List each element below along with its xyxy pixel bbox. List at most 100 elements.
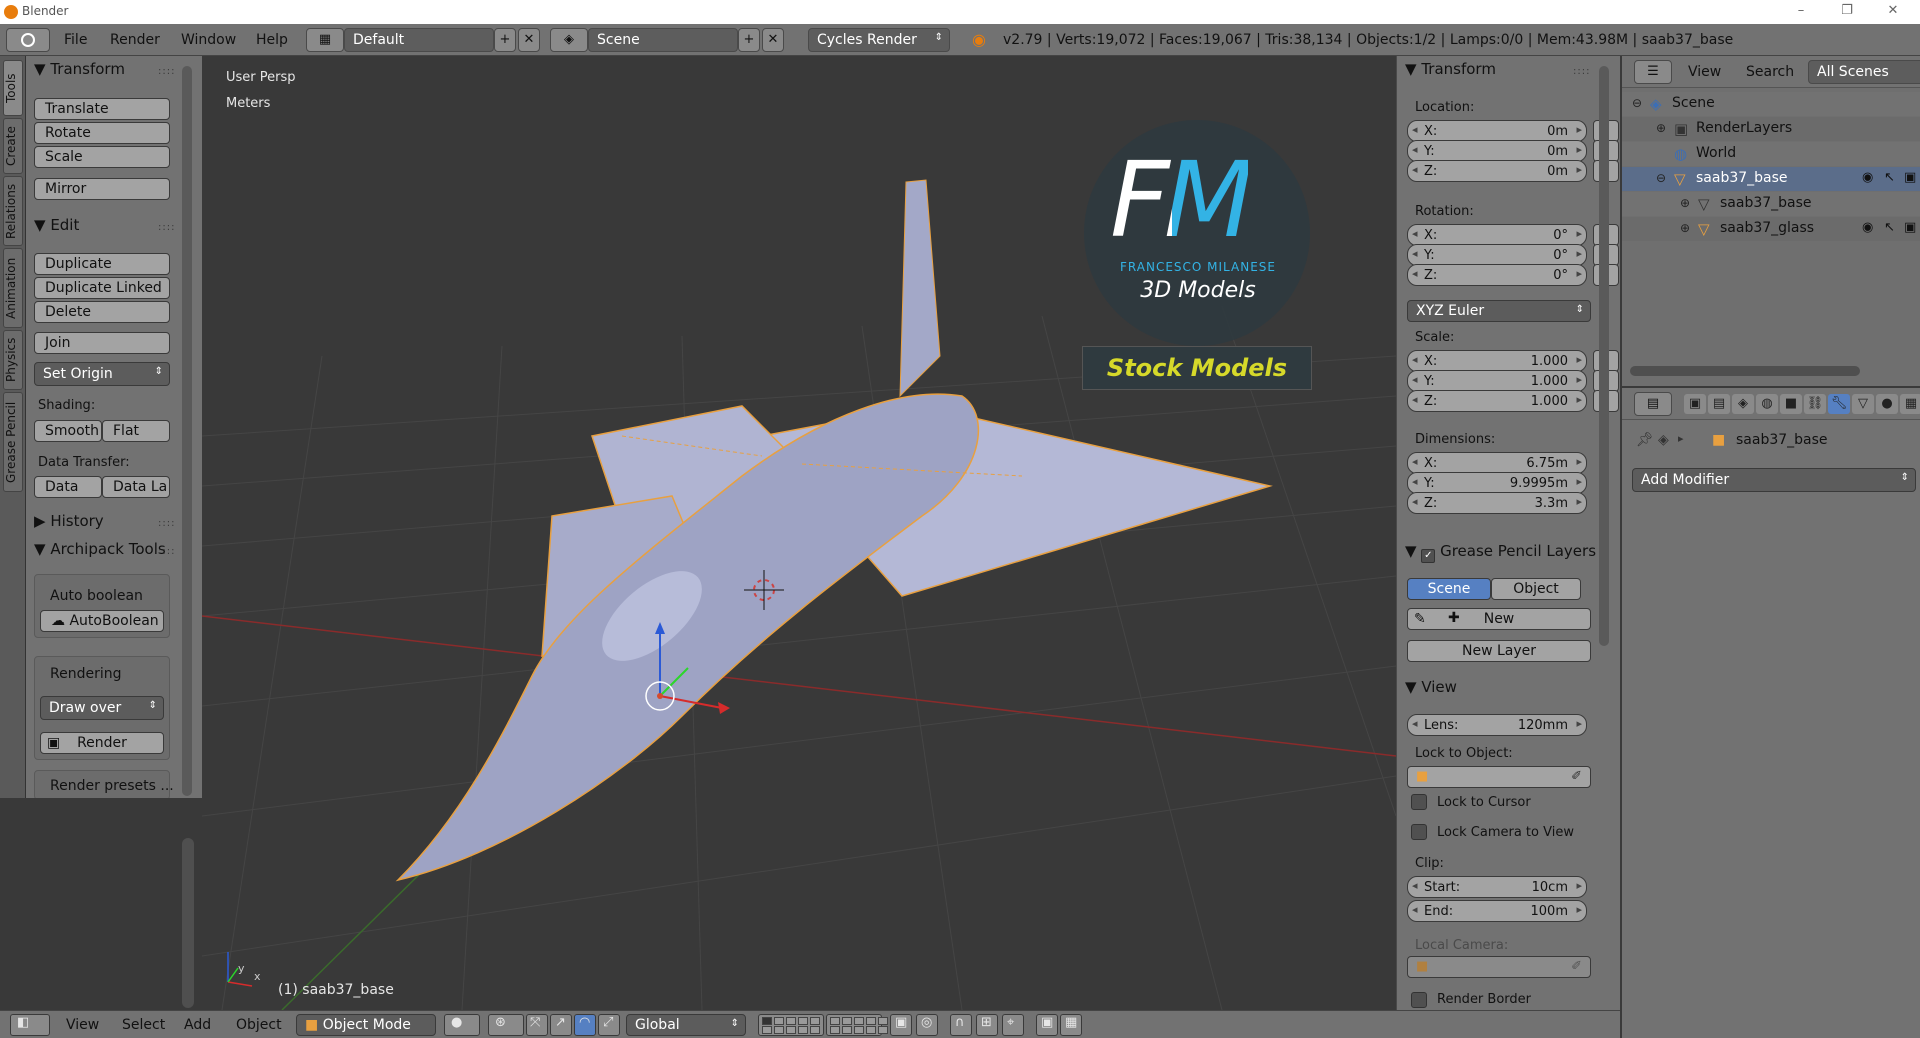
lock-object-field[interactable]: ■ ✐ [1407,766,1591,788]
scale-button[interactable]: Scale [34,146,170,168]
opengl-animation-button[interactable]: ▦ [1060,1014,1082,1036]
right-arrow-icon[interactable]: ▸ [1576,143,1582,156]
left-arrow-icon[interactable]: ◂ [1412,717,1418,730]
rotate-button[interactable]: Rotate [34,122,170,144]
view-panel-header[interactable]: ▼ View [1405,678,1457,696]
scene-selector-button[interactable]: ◈ [550,28,588,52]
editor-type-3dview-button[interactable]: ◧ [10,1014,50,1036]
grease-pencil-panel-header[interactable]: ▼ ✓ Grease Pencil Layers [1405,542,1605,563]
snap-element-button[interactable]: ⊞ [976,1014,998,1036]
render-border-checkbox[interactable] [1411,992,1427,1008]
menu-file[interactable]: File [64,32,87,48]
visibility-eye-icon[interactable]: ◉ [1862,220,1873,235]
tab-physics[interactable]: Physics [3,330,23,390]
right-arrow-icon[interactable]: ▸ [1576,267,1582,280]
layer-toggle[interactable] [854,1026,864,1034]
transform-panel-header[interactable]: ▼ Transform [34,60,125,78]
layer-toggle[interactable] [810,1017,820,1025]
set-origin-dropdown[interactable]: Set Origin ⇕ [34,362,170,386]
lens-field[interactable]: ◂ Lens: 120mm ▸ [1407,714,1587,736]
renderability-camera-icon[interactable]: ▣ [1904,170,1916,185]
left-arrow-icon[interactable]: ◂ [1412,267,1418,280]
scale-x-field[interactable]: ◂ X: 1.000 ▸ [1407,350,1587,372]
transform-orientation-select[interactable]: Global ⇕ [626,1014,746,1036]
selectability-arrow-icon[interactable]: ↖ [1884,170,1895,185]
drag-grip-icon[interactable]: :::: [158,222,175,233]
viewport-shading-button[interactable]: ● [444,1014,480,1036]
remove-layout-button[interactable]: ✕ [518,28,540,52]
left-arrow-icon[interactable]: ◂ [1412,247,1418,260]
rotation-mode-select[interactable]: XYZ Euler ⇕ [1407,300,1591,322]
outliner-world-row[interactable]: ◍ World [1622,142,1920,166]
shade-flat-button[interactable]: Flat [102,420,170,442]
duplicate-linked-button[interactable]: Duplicate Linked [34,277,170,299]
opengl-render-button[interactable]: ▣ [1036,1014,1058,1036]
clip-start-field[interactable]: ◂ Start: 10cm ▸ [1407,876,1587,898]
add-layout-button[interactable]: + [494,28,516,52]
visibility-eye-icon[interactable]: ◉ [1862,170,1873,185]
right-arrow-icon[interactable]: ▸ [1576,247,1582,260]
layer-toggle[interactable] [762,1026,772,1034]
rotation-x-field[interactable]: ◂ X: 0° ▸ [1407,224,1587,246]
outliner-scene-row[interactable]: ⊖ ◈ Scene [1622,92,1920,116]
right-arrow-icon[interactable]: ▸ [1576,163,1582,176]
left-arrow-icon[interactable]: ◂ [1412,455,1418,468]
scale-y-field[interactable]: ◂ Y: 1.000 ▸ [1407,370,1587,392]
pin-icon[interactable]: 📌︎ [1636,432,1654,448]
render-button[interactable]: ▣ Render [40,732,164,754]
left-arrow-icon[interactable]: ◂ [1412,393,1418,406]
tab-create[interactable]: Create [3,118,23,174]
right-arrow-icon[interactable]: ▸ [1576,879,1582,892]
translate-button[interactable]: Translate [34,98,170,120]
autoboolean-button[interactable]: ☁ AutoBoolean [40,610,164,632]
n-transform-header[interactable]: ▼ Transform [1405,60,1496,78]
expand-toggle-icon[interactable]: ⊖ [1656,171,1666,185]
left-arrow-icon[interactable]: ◂ [1412,373,1418,386]
drag-grip-icon[interactable]: :::: [158,518,175,529]
close-window-button[interactable]: ✕ [1870,0,1916,24]
snap-target-button[interactable]: ⌖ [1002,1014,1024,1036]
join-button[interactable]: Join [34,332,170,354]
layer-toggle[interactable] [774,1026,784,1034]
layer-toggle[interactable] [842,1017,852,1025]
new-layer-button[interactable]: New Layer [1407,640,1591,662]
snap-toggle-button[interactable]: ∩ [950,1014,972,1036]
layer-toggle[interactable] [762,1017,772,1025]
outliner-menu-search[interactable]: Search [1746,64,1794,80]
left-arrow-icon[interactable]: ◂ [1412,353,1418,366]
local-camera-field[interactable]: ■ ✐ [1407,956,1591,978]
mirror-button[interactable]: Mirror [34,178,170,200]
expand-toggle-icon[interactable]: ⊕ [1656,121,1666,135]
archipack-panel-header[interactable]: ▼ Archipack Tools [34,540,174,558]
right-arrow-icon[interactable]: ▸ [1576,123,1582,136]
layer-toggle[interactable] [866,1026,876,1034]
render-tab-icon[interactable]: ▣ [1684,394,1706,414]
left-arrow-icon[interactable]: ◂ [1412,163,1418,176]
drag-grip-icon[interactable]: :::: [158,546,175,557]
expand-toggle-icon[interactable]: ⊖ [1632,96,1642,110]
right-arrow-icon[interactable]: ▸ [1576,717,1582,730]
layers-grid-1[interactable] [758,1014,824,1036]
eyedropper-icon[interactable]: ✐ [1571,959,1582,974]
tab-relations[interactable]: Relations [3,176,23,246]
left-arrow-icon[interactable]: ◂ [1412,143,1418,156]
right-arrow-icon[interactable]: ▸ [1576,495,1582,508]
viewport-scrollbar[interactable] [182,838,194,1008]
outliner-display-mode-select[interactable]: All Scenes [1808,60,1920,84]
clip-end-field[interactable]: ◂ End: 100m ▸ [1407,900,1587,922]
material-tab-icon[interactable]: ● [1876,394,1898,414]
add-scene-button[interactable]: + [738,28,760,52]
menu-help[interactable]: Help [256,32,288,48]
layer-toggle[interactable] [830,1017,840,1025]
render-engine-select[interactable]: Cycles Render ⇕ [808,28,950,52]
scale-manipulator-button[interactable]: ⤢ [598,1014,620,1036]
world-tab-icon[interactable]: ◍ [1756,394,1778,414]
tool-shelf-scrollbar[interactable] [182,66,192,796]
outliner-editor-type-button[interactable]: ☰ [1634,60,1672,84]
grease-pencil-checkbox[interactable]: ✓ [1421,549,1436,563]
render-layers-tab-icon[interactable]: ▤ [1708,394,1730,414]
layer-toggle[interactable] [878,1026,888,1034]
left-arrow-icon[interactable]: ◂ [1412,879,1418,892]
constraints-tab-icon[interactable]: ⛓ [1804,394,1826,414]
tab-tools[interactable]: Tools [3,60,23,116]
